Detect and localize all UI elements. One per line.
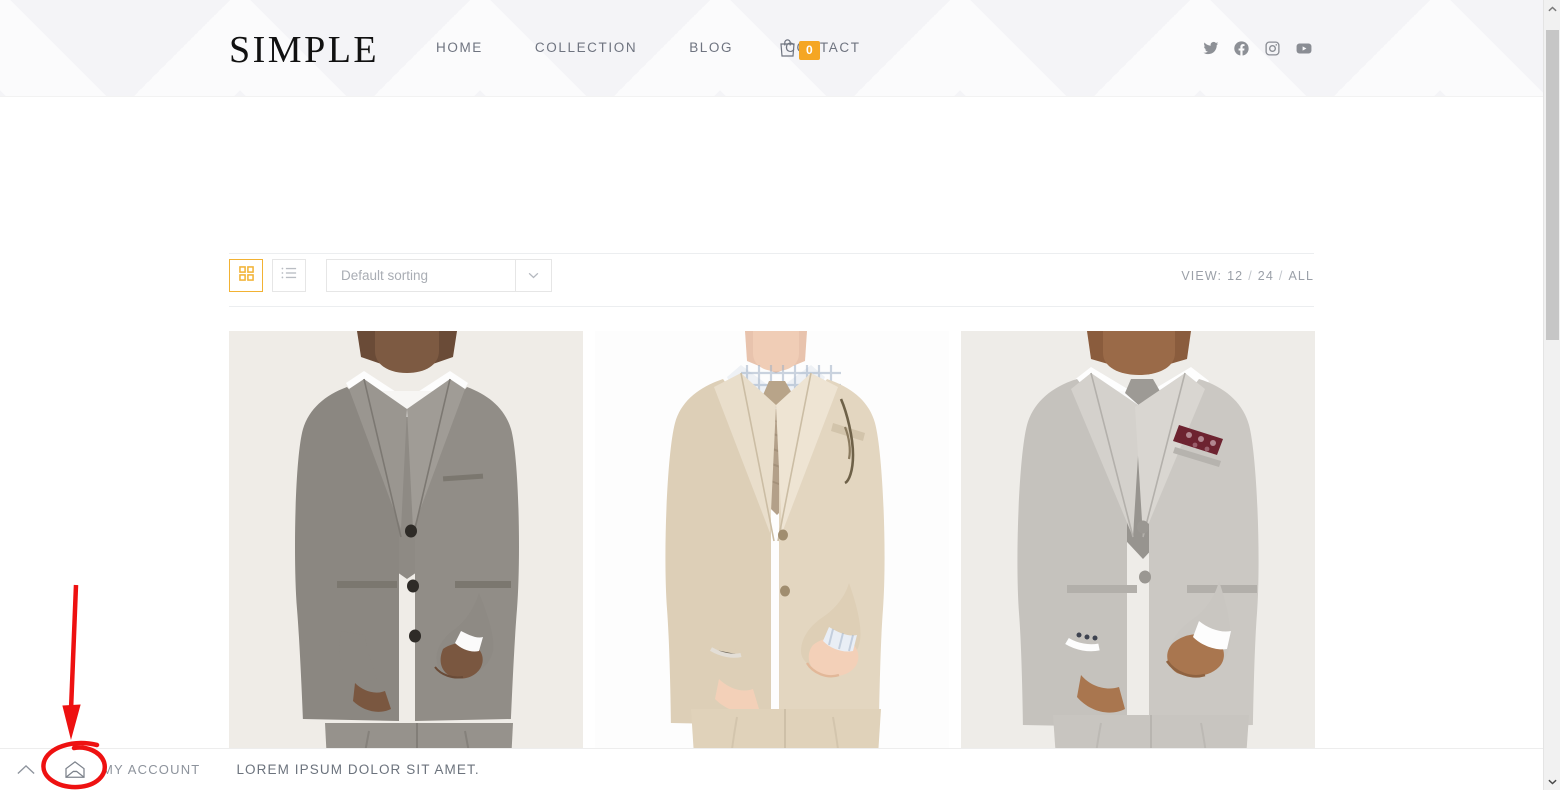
- grid-view-button[interactable]: [229, 259, 263, 292]
- youtube-icon[interactable]: [1295, 40, 1313, 62]
- view-option-all[interactable]: ALL: [1288, 269, 1314, 283]
- sorting-selected-value: Default sorting: [341, 268, 429, 283]
- vertical-scrollbar[interactable]: [1543, 0, 1560, 790]
- site-header: SIMPLE HOME COLLECTION BLOG CONTACT 0: [0, 0, 1543, 97]
- product-image[interactable]: [961, 331, 1315, 790]
- envelope-icon[interactable]: [62, 757, 88, 783]
- site-logo[interactable]: SIMPLE: [229, 29, 379, 71]
- header-inner: SIMPLE HOME COLLECTION BLOG CONTACT 0: [0, 0, 1543, 97]
- sorting-select[interactable]: Default sorting: [326, 259, 552, 292]
- bottom-bar: MY ACCOUNT LOREM IPSUM DOLOR SIT AMET.: [0, 748, 1543, 790]
- view-label: VIEW:: [1181, 268, 1223, 283]
- scroll-up-arrow[interactable]: [1544, 0, 1560, 17]
- view-separator-1: /: [1248, 268, 1253, 283]
- facebook-icon[interactable]: [1233, 40, 1250, 62]
- product-card: Men's Clothing Birdseye Suit Jacket: [229, 331, 583, 790]
- scrollbar-thumb[interactable]: [1546, 30, 1559, 340]
- product-image[interactable]: [595, 331, 949, 790]
- grid-view-icon: [238, 265, 254, 286]
- instagram-icon[interactable]: [1264, 40, 1281, 62]
- list-view-button[interactable]: [272, 259, 306, 292]
- view-option-12[interactable]: 12: [1227, 269, 1243, 283]
- page-content: SIMPLE HOME COLLECTION BLOG CONTACT 0 De…: [0, 0, 1543, 790]
- product-card: Men's Clothing Epic Blazer: [961, 331, 1315, 790]
- twitter-icon[interactable]: [1202, 40, 1219, 62]
- product-grid: Men's Clothing Birdseye Suit Jacket: [229, 331, 1315, 790]
- bottom-bar-tagline: LOREM IPSUM DOLOR SIT AMET.: [236, 762, 480, 777]
- list-view-icon: [281, 266, 297, 285]
- chevron-up-icon[interactable]: [14, 758, 38, 782]
- shop-toolbar: Default sorting VIEW: 12 / 24 / ALL: [229, 253, 1314, 297]
- product-card: Men's Clothing Einar Linen Blazer: [595, 331, 949, 790]
- cart-button[interactable]: 0: [779, 38, 820, 62]
- toolbar-bottom-divider: [229, 306, 1314, 307]
- nav-item-blog[interactable]: BLOG: [663, 40, 759, 55]
- view-count-control: VIEW: 12 / 24 / ALL: [1181, 269, 1314, 283]
- chevron-down-icon: [515, 260, 551, 291]
- view-separator-2: /: [1278, 268, 1284, 283]
- cart-count-badge: 0: [799, 40, 820, 60]
- nav-item-home[interactable]: HOME: [410, 40, 509, 55]
- browser-viewport: SIMPLE HOME COLLECTION BLOG CONTACT 0 De…: [0, 0, 1560, 790]
- my-account-link[interactable]: MY ACCOUNT: [102, 762, 200, 777]
- shopping-bag-icon: [779, 38, 796, 62]
- scroll-down-arrow[interactable]: [1544, 773, 1560, 790]
- social-links: [1202, 40, 1313, 62]
- view-option-24[interactable]: 24: [1258, 269, 1274, 283]
- nav-item-collection[interactable]: COLLECTION: [509, 40, 663, 55]
- product-image[interactable]: [229, 331, 583, 790]
